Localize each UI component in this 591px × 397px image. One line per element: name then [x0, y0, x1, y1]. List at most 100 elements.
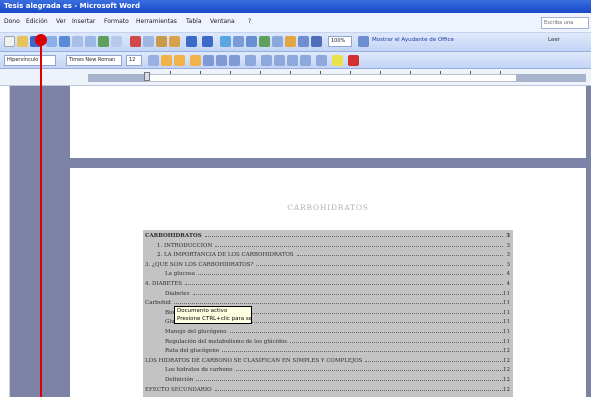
toc-entry[interactable]: LOS HIDRATOS DE CARBONO SE CLASIFICAN EN…	[143, 357, 513, 365]
toc-entry-text: 1. INTRODUCCION	[157, 242, 213, 249]
office-assistant-link[interactable]: Mostrar el Ayudante de Office	[372, 37, 454, 43]
print-preview-icon[interactable]	[85, 36, 96, 47]
toc-entry-page: 4	[506, 281, 511, 287]
toc-entry[interactable]: 4. DIABETES 4	[143, 280, 513, 288]
line-spacing-icon[interactable]	[245, 55, 256, 66]
toc-entry-page: 12	[503, 386, 510, 393]
toc-entry[interactable]: EFECTO SECUNDARIO 12	[143, 386, 513, 394]
toc-entry[interactable]: La glucosa 4	[143, 270, 513, 278]
align-left-icon[interactable]	[190, 55, 201, 66]
undo-icon[interactable]	[186, 36, 197, 47]
formatting-toolbar: Hipervínculo Times New Roman 12	[0, 52, 591, 69]
ruler-tick	[500, 71, 501, 74]
toc-entry[interactable]: CARBOHIDRATOS 3	[143, 232, 513, 240]
insert-table-icon[interactable]	[246, 36, 257, 47]
toc-entry[interactable]: Manejo del glucógeno 11	[143, 328, 513, 336]
menu-insertar[interactable]: Insertar	[72, 18, 95, 25]
toc-entry[interactable]: 2. LA IMPORTANCIA DE LOS CARBOHIDRATOS 3	[143, 251, 513, 259]
page-current[interactable]: CARBOHIDRATOS CARBOHIDRATOS 3 1. INTRODUCC…	[70, 168, 586, 397]
menu-ventana[interactable]: Ventana	[210, 18, 235, 25]
toc-leader-dots	[297, 255, 503, 257]
toc-entry-page: 3	[506, 233, 510, 239]
permission-icon[interactable]	[46, 36, 57, 47]
help-icon[interactable]	[358, 36, 369, 47]
ruler-tick	[470, 71, 471, 74]
read-button[interactable]: Leer	[548, 37, 560, 43]
toc-entry-text: 4. DIABETES	[145, 281, 183, 287]
menu-ver[interactable]: Ver	[56, 18, 66, 25]
horizontal-ruler[interactable]	[0, 69, 591, 86]
toc-entry-page: 3	[506, 252, 511, 259]
menu-edicion[interactable]: Edición	[26, 18, 48, 25]
ruler-text-area	[88, 74, 586, 82]
toc-entry[interactable]: Regulación del metabolismo de los glúcid…	[143, 338, 513, 346]
help-question-input[interactable]: Escriba una	[541, 17, 589, 29]
spelling-icon[interactable]	[98, 36, 109, 47]
toc-leader-dots	[205, 236, 503, 237]
page-previous[interactable]	[70, 86, 586, 158]
toc-entry-page: 12	[503, 348, 510, 355]
menu-bar: Dono Edición Ver Insertar Formato Herram…	[0, 13, 591, 33]
tables-borders-icon[interactable]	[233, 36, 244, 47]
toc-entry[interactable]: Definición 12	[143, 376, 513, 384]
print-icon[interactable]	[72, 36, 83, 47]
ruler-tick	[170, 71, 171, 74]
toc-entry-page: 3	[506, 242, 511, 249]
menu-ayuda[interactable]: ?	[248, 18, 251, 25]
underline-icon[interactable]	[174, 55, 185, 66]
align-right-icon[interactable]	[216, 55, 227, 66]
toc-entry[interactable]: Ruta del glucógeno 12	[143, 347, 513, 355]
ruler-tick	[440, 71, 441, 74]
toc-leader-dots	[185, 284, 503, 285]
style-select[interactable]: Hipervínculo	[4, 55, 56, 66]
toc-entry[interactable]: Diabetes 11	[143, 290, 513, 298]
open-folder-icon[interactable]	[17, 36, 28, 47]
redo-icon[interactable]	[202, 36, 213, 47]
document-map-icon[interactable]	[298, 36, 309, 47]
font-select[interactable]: Times New Roman	[66, 55, 122, 66]
insert-excel-icon[interactable]	[259, 36, 270, 47]
research-icon[interactable]	[111, 36, 122, 47]
font-size-select[interactable]: 12	[126, 55, 142, 66]
paste-icon[interactable]	[156, 36, 167, 47]
tooltip-line-2: Presione CTRL+clic para seguir vínculo	[177, 316, 252, 322]
toc-entry-text: Manejo del glucógeno	[165, 329, 227, 335]
hyperlink-icon[interactable]	[220, 36, 231, 47]
numbering-icon[interactable]	[261, 55, 272, 66]
toc-leader-dots	[365, 360, 503, 362]
pointer-line	[40, 40, 42, 397]
decrease-indent-icon[interactable]	[287, 55, 298, 66]
show-hide-icon[interactable]	[311, 36, 322, 47]
justify-icon[interactable]	[229, 55, 240, 66]
window-title: Tesis alegrada es - Microsoft Word	[4, 2, 141, 10]
toc-entry[interactable]: Los hidratos de carbono 12	[143, 366, 513, 374]
toc-entry[interactable]: 1. INTRODUCCION 3	[143, 242, 513, 250]
toc-leader-dots	[174, 303, 503, 305]
italic-icon[interactable]	[161, 55, 172, 66]
zoom-select[interactable]: 100%	[328, 36, 352, 47]
menu-herramientas[interactable]: Herramientas	[136, 18, 177, 25]
toc-leader-dots	[215, 389, 503, 391]
outside-border-icon[interactable]	[316, 55, 327, 66]
increase-indent-icon[interactable]	[300, 55, 311, 66]
indent-marker[interactable]	[144, 72, 150, 81]
bold-icon[interactable]	[148, 55, 159, 66]
menu-archivo[interactable]: Dono	[4, 18, 20, 25]
toc-entry[interactable]: 3. ¿QUE SON LOS CARBOHIDRATOS? 3	[143, 261, 513, 269]
format-painter-icon[interactable]	[169, 36, 180, 47]
bullets-icon[interactable]	[274, 55, 285, 66]
toc-entry-text: EFECTO SECUNDARIO	[145, 386, 212, 393]
ruler-tick	[350, 71, 351, 74]
menu-tabla[interactable]: Tabla	[186, 18, 202, 25]
drawing-icon[interactable]	[285, 36, 296, 47]
cut-icon[interactable]	[130, 36, 141, 47]
menu-formato[interactable]: Formato	[104, 18, 129, 25]
highlight-icon[interactable]	[332, 55, 343, 66]
new-document-icon[interactable]	[4, 36, 15, 47]
toc-leader-dots	[256, 264, 503, 266]
email-icon[interactable]	[59, 36, 70, 47]
columns-icon[interactable]	[272, 36, 283, 47]
font-color-icon[interactable]	[348, 55, 359, 66]
align-center-icon[interactable]	[203, 55, 214, 66]
copy-icon[interactable]	[143, 36, 154, 47]
